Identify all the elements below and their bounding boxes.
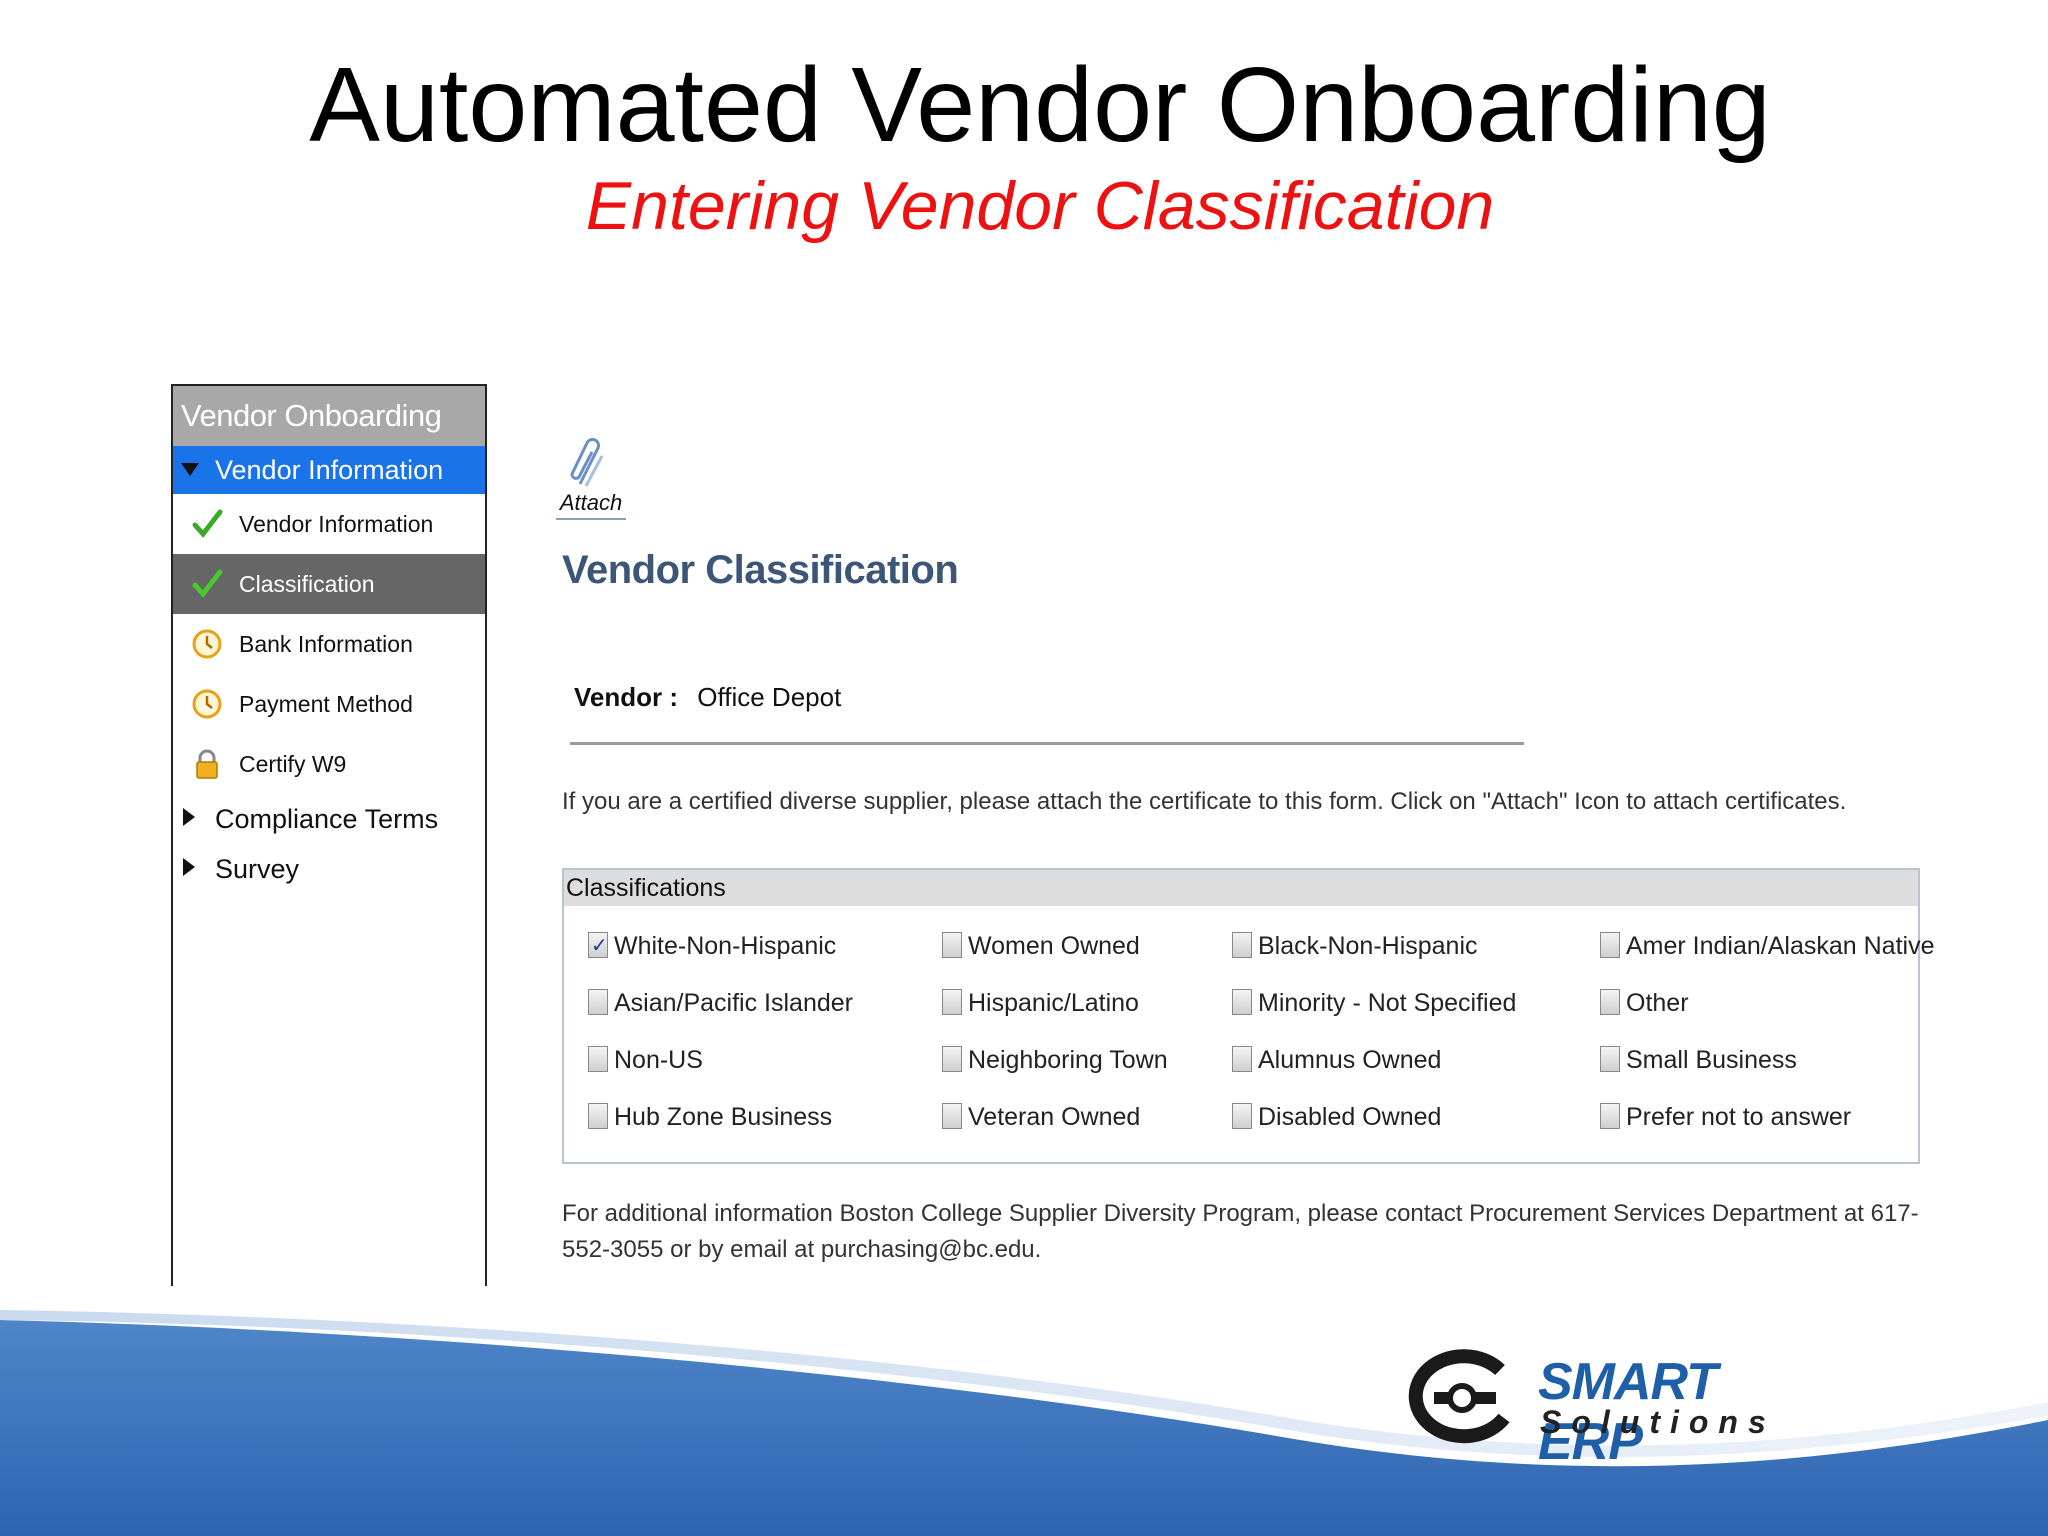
checkbox-label: Non-US xyxy=(614,1046,703,1074)
nav-item-vendor-information[interactable]: Vendor Information xyxy=(173,494,485,554)
checkbox-alumnus-owned[interactable]: Alumnus Owned xyxy=(1232,1040,1441,1080)
checkbox-label: Women Owned xyxy=(968,932,1140,960)
nav-section-vendor-information[interactable]: Vendor Information xyxy=(173,446,485,494)
nav-item-classification[interactable]: Classification xyxy=(173,554,485,614)
contact-info: For additional information Boston Colleg… xyxy=(562,1200,1919,1263)
nav-section-compliance-terms[interactable]: Compliance Terms xyxy=(173,794,485,844)
checkbox-box[interactable] xyxy=(942,1046,962,1072)
checkbox-hispanic-latino[interactable]: Hispanic/Latino xyxy=(942,983,1139,1023)
checkbox-box[interactable] xyxy=(942,989,962,1015)
checkbox-box[interactable] xyxy=(942,1103,962,1129)
nav-section-survey[interactable]: Survey xyxy=(173,844,485,894)
checkbox-amer-indian-alaskan-native[interactable]: Amer Indian/Alaskan Native xyxy=(1600,926,1934,966)
nav-item-certify-w9[interactable]: Certify W9 xyxy=(173,734,485,794)
smart-erp-logo: SMART ERP Solutions xyxy=(1400,1346,1820,1471)
nav-item-label: Classification xyxy=(239,571,375,597)
checkbox-label: Hispanic/Latino xyxy=(968,989,1139,1017)
checkbox-neighboring-town[interactable]: Neighboring Town xyxy=(942,1040,1168,1080)
checkbox-disabled-owned[interactable]: Disabled Owned xyxy=(1232,1097,1441,1137)
checkbox-box[interactable] xyxy=(1232,989,1252,1015)
checkbox-other[interactable]: Other xyxy=(1600,983,1689,1023)
vendor-row: Vendor : Office Depot xyxy=(574,682,841,713)
attach-label: Attach xyxy=(559,490,623,515)
checkbox-box[interactable] xyxy=(588,989,608,1015)
checkbox-small-business[interactable]: Small Business xyxy=(1600,1040,1797,1080)
collapsed-triangle-icon xyxy=(183,808,195,826)
check-icon xyxy=(192,569,223,598)
attach-underline xyxy=(556,518,626,520)
slide-subtitle: Entering Vendor Classification xyxy=(585,168,1495,244)
checkbox-box[interactable] xyxy=(1600,1103,1620,1129)
checkbox-label: Other xyxy=(1626,989,1689,1017)
nav-section-label: Vendor Information xyxy=(215,455,444,485)
divider xyxy=(570,742,1524,745)
paperclip-icon xyxy=(570,437,604,487)
checkbox-box[interactable] xyxy=(1600,932,1620,958)
checkbox-label: Amer Indian/Alaskan Native xyxy=(1626,932,1935,960)
checkbox-box[interactable] xyxy=(942,932,962,958)
logo-text-solutions: Solutions xyxy=(1540,1404,1776,1440)
checkbox-label: Asian/Pacific Islander xyxy=(614,989,854,1017)
checkbox-label: Disabled Owned xyxy=(1258,1103,1442,1131)
slide-title: Automated Vendor Onboarding xyxy=(309,46,1771,164)
checkbox-label: Prefer not to answer xyxy=(1626,1103,1852,1131)
attach-button[interactable]: Attach xyxy=(556,434,626,522)
collapsed-triangle-icon xyxy=(183,858,195,876)
checkbox-label: Small Business xyxy=(1626,1046,1797,1074)
checkbox-box[interactable] xyxy=(1232,1103,1252,1129)
checkbox-hub-zone-business[interactable]: Hub Zone Business xyxy=(588,1097,832,1137)
clock-icon xyxy=(192,629,222,659)
checkbox-black-non-hispanic[interactable]: Black-Non-Hispanic xyxy=(1232,926,1478,966)
attach-instructions: If you are a certified diverse supplier,… xyxy=(562,788,1847,815)
checkbox-box[interactable] xyxy=(1600,989,1620,1015)
nav-item-label: Payment Method xyxy=(239,691,413,717)
nav-section-label: Compliance Terms xyxy=(215,804,439,834)
checkbox-box[interactable] xyxy=(588,1103,608,1129)
nav-section-label: Survey xyxy=(215,854,300,884)
checkbox-box[interactable] xyxy=(588,1046,608,1072)
checkbox-asian-pacific-islander[interactable]: Asian/Pacific Islander xyxy=(588,983,853,1023)
nav-item-payment-method[interactable]: Payment Method xyxy=(173,674,485,734)
checkbox-label: Black-Non-Hispanic xyxy=(1258,932,1478,960)
lock-icon xyxy=(196,749,218,779)
checkbox-label: Veteran Owned xyxy=(968,1103,1141,1131)
nav-item-label: Bank Information xyxy=(239,631,413,657)
logo-mark-icon xyxy=(1408,1349,1510,1444)
checkbox-label: Alumnus Owned xyxy=(1258,1046,1442,1074)
clock-icon xyxy=(192,689,222,719)
checkbox-women-owned[interactable]: Women Owned xyxy=(942,926,1140,966)
checkbox-non-us[interactable]: Non-US xyxy=(588,1040,703,1080)
nav-header: Vendor Onboarding xyxy=(173,386,485,446)
checkbox-box[interactable] xyxy=(1232,1046,1252,1072)
classifications-group: Classifications White-Non-Hispanic Women… xyxy=(562,868,1934,1164)
nav-item-label: Vendor Information xyxy=(239,511,434,537)
checkbox-minority-not-specified[interactable]: Minority - Not Specified xyxy=(1232,983,1516,1023)
checkbox-label: Hub Zone Business xyxy=(614,1103,833,1131)
checkbox-prefer-not-to-answer[interactable]: Prefer not to answer xyxy=(1600,1097,1851,1137)
checkbox-box[interactable] xyxy=(1232,932,1252,958)
vendor-label: Vendor : xyxy=(574,682,679,712)
checkbox-label: Minority - Not Specified xyxy=(1258,989,1517,1017)
check-icon xyxy=(192,509,223,538)
checkbox-white-non-hispanic[interactable]: White-Non-Hispanic xyxy=(588,925,837,966)
checkbox-veteran-owned[interactable]: Veteran Owned xyxy=(942,1097,1140,1137)
checkbox-label: Neighboring Town xyxy=(968,1046,1168,1074)
page-title: Vendor Classification xyxy=(562,548,959,592)
nav-item-bank-information[interactable]: Bank Information xyxy=(173,614,485,674)
expand-triangle-icon xyxy=(181,463,199,476)
vendor-value: Office Depot xyxy=(697,682,842,712)
classifications-header: Classifications xyxy=(564,870,1918,906)
vendor-onboarding-nav: Vendor Onboarding Vendor Information Ven… xyxy=(171,384,487,1286)
checkbox-box[interactable] xyxy=(588,925,608,965)
checkbox-label: White-Non-Hispanic xyxy=(614,932,837,960)
checkbox-box[interactable] xyxy=(1600,1046,1620,1072)
nav-item-label: Certify W9 xyxy=(239,751,347,777)
